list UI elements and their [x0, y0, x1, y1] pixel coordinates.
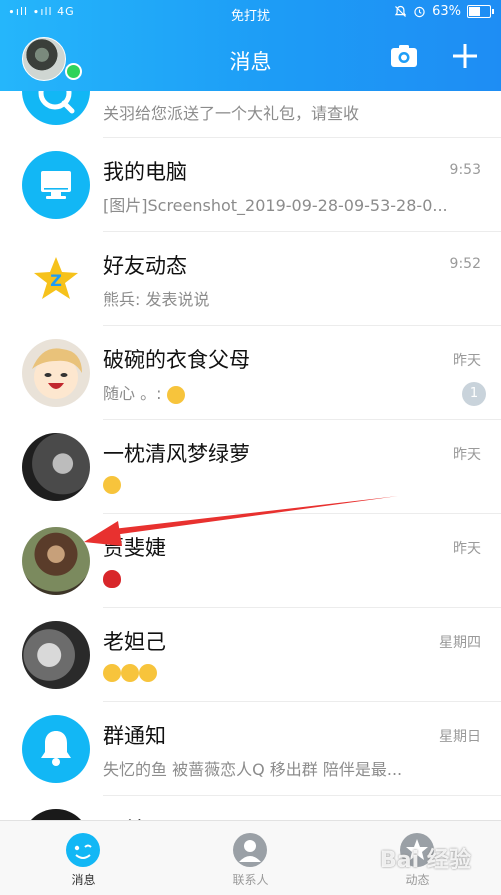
- message-preview: 失忆的鱼 被蔷薇恋人Q 移出群 陪伴是最...: [103, 760, 403, 779]
- ladybug-emoji-icon: [103, 569, 121, 588]
- list-item[interactable]: 关羽给您派送了一个大礼包，请查收: [0, 91, 501, 138]
- message-time: 9:53: [449, 162, 481, 178]
- message-preview: [103, 474, 463, 494]
- my-computer-avatar: [22, 151, 90, 219]
- contact-name: 好友动态: [103, 254, 187, 278]
- svg-text:Z: Z: [50, 271, 62, 290]
- sad-face-emoji-icon: [166, 385, 185, 404]
- conversation-list[interactable]: 关羽给您派送了一个大礼包，请查收 我的电脑 9:53 [图片]Screensho…: [0, 91, 501, 820]
- camera-icon[interactable]: [390, 44, 418, 68]
- list-item[interactable]: Z 好友动态 9:52 熊兵: 发表说说: [0, 232, 501, 326]
- message-preview: 随心 。:: [103, 380, 463, 404]
- contact-avatar: [22, 433, 90, 501]
- message-preview: 熊兵: 发表说说: [103, 290, 210, 309]
- contact-avatar: [22, 621, 90, 689]
- contact-name: 我的电脑: [103, 160, 187, 184]
- group-notice-avatar: [22, 715, 90, 783]
- alarm-icon: [414, 6, 425, 18]
- contacts-tab-icon: [233, 833, 267, 867]
- list-item[interactable]: 老妲己 星期四: [0, 608, 501, 702]
- message-text: 随心 。:: [103, 384, 162, 403]
- messages-tab-icon: [66, 833, 100, 867]
- tab-label: 消息: [71, 873, 96, 887]
- add-plus-icon[interactable]: [452, 43, 478, 69]
- search-service-icon: [38, 91, 75, 114]
- contact-name: 群通知: [103, 724, 166, 748]
- star-icon: Z: [34, 257, 78, 299]
- tab-label: 联系人: [232, 873, 269, 887]
- page-title: 消息: [229, 50, 272, 74]
- status-bar: ∙ıll ∙ıll 4G 免打扰 63%: [0, 0, 501, 26]
- list-item[interactable]: 万羊: [0, 796, 501, 820]
- message-time: 昨天: [453, 353, 481, 369]
- unread-badge: 1: [462, 382, 486, 406]
- message-preview: 关羽给您派送了一个大礼包，请查收: [103, 104, 360, 123]
- list-item[interactable]: 群通知 星期日 失忆的鱼 被蔷薇恋人Q 移出群 陪伴是最...: [0, 702, 501, 796]
- gift-service-avatar: [22, 91, 90, 125]
- anime-face-avatar: [32, 348, 82, 399]
- list-item[interactable]: 我的电脑 9:53 [图片]Screenshot_2019-09-28-09-5…: [0, 138, 501, 232]
- list-item[interactable]: 贾斐婕 昨天: [0, 514, 501, 608]
- contact-name: 贾斐婕: [103, 536, 166, 560]
- contact-avatar: [22, 809, 90, 820]
- message-time: 昨天: [453, 447, 481, 463]
- tab-contacts[interactable]: 联系人: [167, 821, 334, 895]
- contact-name: 一枕清风梦绿萝: [103, 442, 250, 466]
- list-item[interactable]: 一枕清风梦绿萝 昨天: [0, 420, 501, 514]
- laughing-crying-emoji-icon: [139, 663, 157, 682]
- mute-bell-icon: [394, 5, 407, 17]
- battery-icon: [467, 5, 494, 18]
- contact-avatar: [22, 339, 90, 407]
- battery-percent: 63%: [432, 4, 461, 19]
- app-header: ∙ıll ∙ıll 4G 免打扰 63% 消息: [0, 0, 501, 91]
- message-time: 昨天: [453, 541, 481, 557]
- message-time: 星期日: [439, 729, 481, 745]
- list-item[interactable]: 破碗的衣食父母 昨天 随心 。: 1: [0, 326, 501, 420]
- message-time: 星期四: [439, 635, 481, 651]
- tab-messages[interactable]: 消息: [0, 821, 167, 895]
- wink-face-emoji-icon: [103, 475, 121, 494]
- bell-icon: [41, 731, 71, 766]
- watermark-logo: Bai 经验: [380, 848, 471, 873]
- contact-name: 破碗的衣食父母: [103, 348, 250, 372]
- laughing-crying-emoji-icon: [121, 663, 139, 682]
- friend-feed-avatar: Z: [22, 245, 90, 313]
- laughing-crying-emoji-icon: [103, 663, 121, 682]
- contact-name: 老妲己: [103, 630, 166, 654]
- message-preview: [103, 568, 463, 588]
- contact-avatar: [22, 527, 90, 595]
- message-preview: [图片]Screenshot_2019-09-28-09-53-28-0...: [103, 196, 448, 215]
- message-preview: [103, 662, 463, 682]
- computer-monitor-icon: [41, 171, 71, 199]
- message-time: 9:52: [449, 256, 481, 272]
